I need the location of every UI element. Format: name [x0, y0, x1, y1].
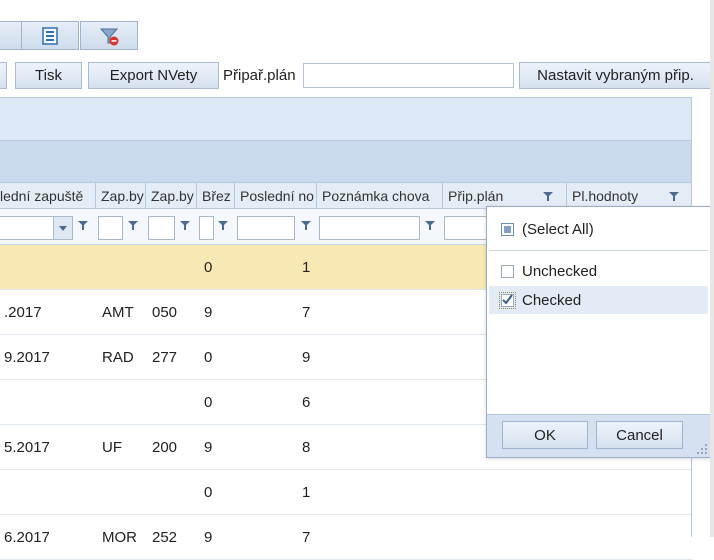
cell-code: RAD — [102, 349, 134, 366]
cell-number: 277 — [152, 349, 178, 366]
filter-option-unchecked[interactable]: Unchecked — [489, 257, 708, 285]
cell-date: 5.2017 — [4, 439, 50, 456]
filter-input-brez[interactable] — [199, 216, 214, 240]
cell-last-no: 8 — [302, 439, 311, 456]
page-scrollbar[interactable] — [710, 0, 714, 537]
export-icon — [42, 26, 58, 45]
clear-filter-button[interactable] — [80, 21, 138, 50]
ok-button[interactable]: OK — [502, 421, 588, 449]
column-header-last-start[interactable]: lední zapuště — [0, 183, 96, 208]
cell-date: 6.2017 — [4, 529, 50, 546]
plan-header-filter-icon[interactable] — [543, 192, 553, 201]
column-header-plan-label: Přip.plán — [448, 188, 504, 204]
filter-input-last-no[interactable] — [237, 216, 295, 240]
unchecked-label: Unchecked — [522, 262, 598, 280]
cell-brez: 9 — [204, 439, 213, 456]
column-header-zap-by-1[interactable]: Zap.by — [96, 183, 146, 208]
cell-number: 200 — [152, 439, 178, 456]
plan-label: Připař.plán — [223, 67, 296, 84]
cell-code: UF — [102, 439, 122, 456]
cell-brez: 0 — [204, 394, 213, 411]
cell-date: 9.2017 — [4, 349, 50, 366]
set-selected-button[interactable]: Nastavit vybraným přip. — [519, 62, 712, 89]
group-panel — [0, 97, 692, 141]
cancel-button[interactable]: Cancel — [596, 421, 683, 449]
checked-label: Checked — [522, 291, 582, 309]
grid-band — [0, 141, 692, 183]
select-all-item[interactable]: (Select All) — [489, 215, 708, 243]
chevron-down-icon — [59, 226, 67, 231]
cell-number: 050 — [152, 304, 178, 321]
table-row[interactable]: 0 1 — [0, 470, 692, 515]
plan-input[interactable] — [303, 63, 514, 88]
column-header-zap-by-2[interactable]: Zap.by — [146, 183, 197, 208]
filter-input-note[interactable] — [319, 216, 420, 240]
cell-last-no: 7 — [302, 304, 311, 321]
clear-filter-icon — [99, 28, 119, 45]
checkmark-icon — [502, 293, 513, 305]
filter-dropdown-toggle[interactable] — [53, 217, 72, 239]
table-row[interactable]: 6.2017 MOR 252 9 7 — [0, 515, 692, 560]
cell-number: 252 — [152, 529, 178, 546]
column-header-note[interactable]: Poznámka chova — [317, 183, 443, 208]
filter-option-checked[interactable]: Checked — [489, 286, 708, 314]
filter-popup: (Select All) Unchecked Checked OK Cancel — [486, 206, 711, 458]
print-button[interactable]: Tisk — [15, 62, 82, 89]
filter-icon[interactable] — [180, 221, 190, 230]
column-header-pl-values-label: Pl.hodnoty — [572, 188, 639, 204]
cell-date: .2017 — [4, 304, 42, 321]
filter-input-zap-by-2[interactable] — [148, 216, 175, 240]
cell-last-no: 1 — [302, 484, 311, 501]
cell-brez: 9 — [204, 529, 213, 546]
select-all-label: (Select All) — [522, 220, 594, 238]
unchecked-checkbox[interactable] — [501, 264, 514, 278]
filter-icon[interactable] — [128, 221, 138, 230]
filter-dropdown[interactable] — [0, 216, 73, 240]
indeterminate-mark — [504, 225, 511, 233]
cell-brez: 0 — [204, 259, 213, 276]
cell-code: AMT — [102, 304, 134, 321]
cell-brez: 9 — [204, 304, 213, 321]
export-button[interactable] — [21, 21, 79, 50]
cell-code: MOR — [102, 529, 137, 546]
toolbar-edge-button[interactable] — [0, 62, 7, 89]
cell-last-no: 1 — [302, 259, 311, 276]
filter-icon[interactable] — [301, 221, 311, 230]
filter-icon[interactable] — [78, 221, 88, 230]
select-all-checkbox[interactable] — [501, 222, 514, 236]
cell-brez: 0 — [204, 349, 213, 366]
popup-footer: OK Cancel — [487, 414, 710, 457]
checked-checkbox[interactable] — [499, 291, 516, 309]
popup-separator — [489, 250, 708, 251]
pl-values-header-filter-icon[interactable] — [669, 192, 679, 201]
export-nvety-button[interactable]: Export NVety — [88, 62, 219, 89]
cell-last-no: 7 — [302, 529, 311, 546]
resize-grip-icon[interactable] — [696, 443, 708, 455]
filter-icon[interactable] — [425, 221, 435, 230]
filter-input-zap-by-1[interactable] — [98, 216, 123, 240]
cell-last-no: 9 — [302, 349, 311, 366]
column-header-brez[interactable]: Břez — [197, 183, 235, 208]
column-header-last-no[interactable]: Poslední no — [235, 183, 317, 208]
cell-brez: 0 — [204, 484, 213, 501]
filter-icon[interactable] — [218, 221, 228, 230]
left-toolbar-button[interactable] — [0, 21, 22, 50]
cell-last-no: 6 — [302, 394, 311, 411]
